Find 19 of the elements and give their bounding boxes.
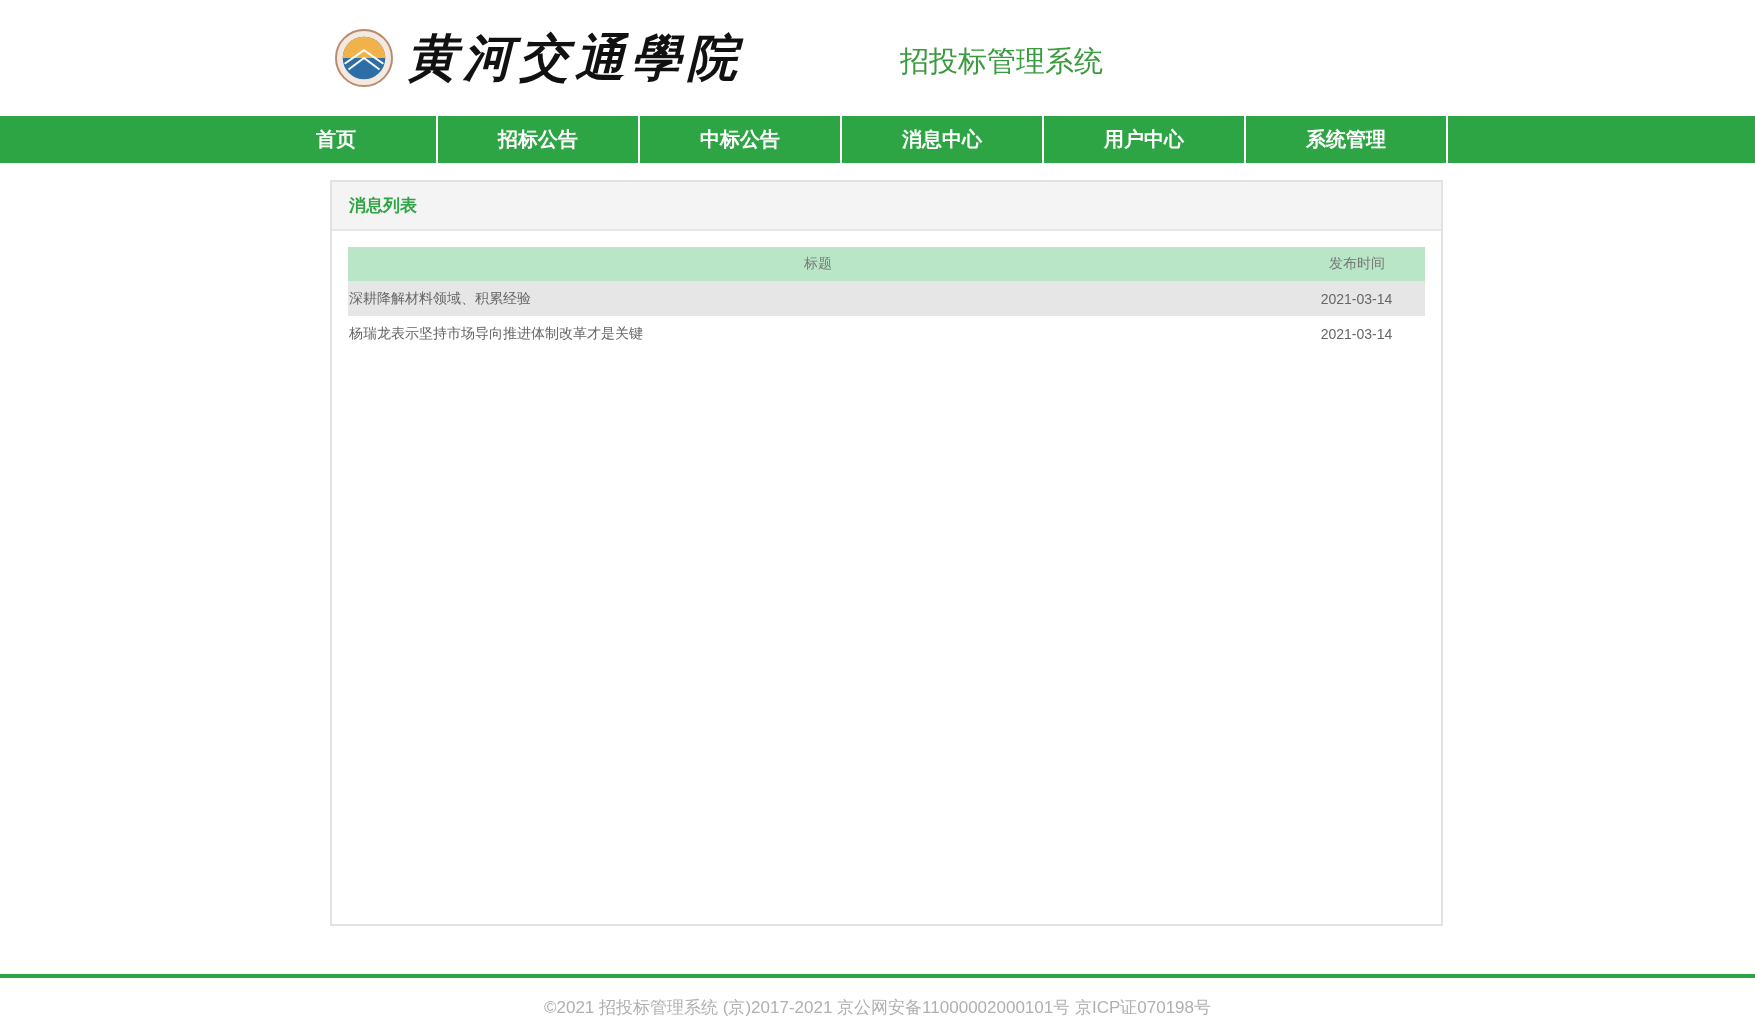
nav-tab[interactable]: 系统管理	[1246, 116, 1448, 163]
panel-title: 消息列表	[349, 195, 417, 217]
college-emblem-icon	[335, 29, 393, 87]
nav-tab[interactable]: 招标公告	[438, 116, 640, 163]
column-header: 标题	[348, 247, 1288, 281]
system-title: 招投标管理系统	[900, 44, 1103, 79]
column-header: 发布时间	[1288, 247, 1425, 281]
table-row[interactable]: 深耕降解材料领域、积累经验 2021-03-14	[348, 281, 1425, 316]
publish-date: 2021-03-14	[1288, 281, 1425, 316]
nav-tab[interactable]: 用户中心	[1044, 116, 1246, 163]
footer-text: ©2021 招投标管理系统 (京)2017-2021 京公网安备11000002000101号 京ICP证070198号	[544, 997, 1211, 1019]
college-name: 黄河交通學院	[407, 26, 743, 89]
message-title: 深耕降解材料领域、积累经验	[348, 281, 1288, 316]
nav-tab[interactable]: 首页	[236, 116, 438, 163]
message-title: 杨瑞龙表示坚持市场导向推进体制改革才是关键	[348, 316, 1288, 351]
nav-tab[interactable]: 消息中心	[842, 116, 1044, 163]
nav-tab[interactable]: 中标公告	[640, 116, 842, 163]
publish-date: 2021-03-14	[1288, 316, 1425, 351]
table-row[interactable]: 杨瑞龙表示坚持市场导向推进体制改革才是关键 2021-03-14	[348, 316, 1425, 351]
